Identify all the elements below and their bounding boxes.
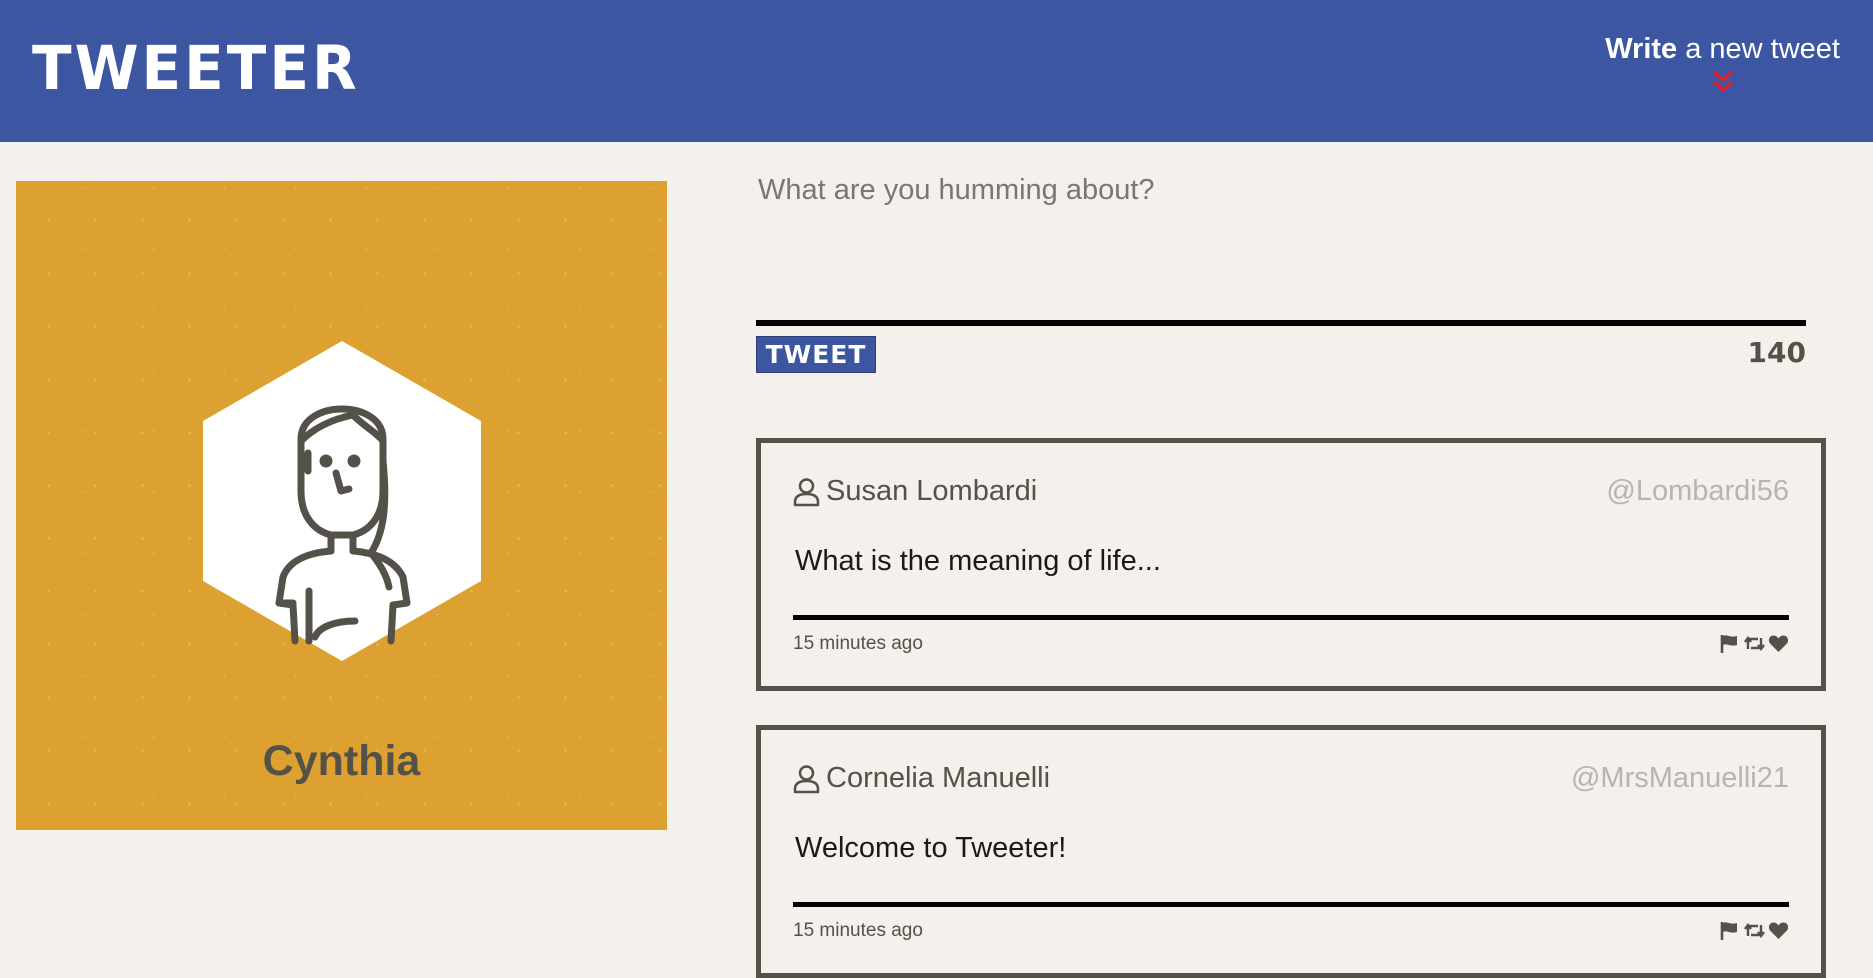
heart-icon[interactable] xyxy=(1768,633,1789,654)
tweet-header: Susan Lombardi @Lombardi56 xyxy=(793,475,1789,515)
tweet-text: What is the meaning of life... xyxy=(795,545,1161,577)
profile-name: Cynthia xyxy=(262,737,421,785)
woman-avatar-icon xyxy=(203,341,481,661)
tweet-divider xyxy=(793,615,1789,620)
flag-icon[interactable] xyxy=(1719,633,1740,654)
tweet-divider xyxy=(793,902,1789,907)
retweet-icon[interactable] xyxy=(1743,633,1765,654)
tweet-submit-button[interactable]: TWEET xyxy=(756,336,876,373)
profile-card: Cynthia xyxy=(16,181,667,830)
flag-icon[interactable] xyxy=(1719,920,1740,941)
composer-divider xyxy=(756,320,1806,326)
retweet-icon[interactable] xyxy=(1743,920,1765,941)
tweet-card: Cornelia Manuelli @MrsManuelli21 Welcome… xyxy=(756,725,1826,978)
tweet-author-handle: @Lombardi56 xyxy=(1606,475,1789,507)
tweet-actions xyxy=(1719,919,1789,941)
tweet-card: Susan Lombardi @Lombardi56 What is the m… xyxy=(756,438,1826,691)
tweet-text: Welcome to Tweeter! xyxy=(795,832,1067,864)
brand-logo[interactable]: TWEETER xyxy=(32,36,360,100)
character-counter: 140 xyxy=(1747,336,1806,369)
tweet-timestamp: 15 minutes ago xyxy=(793,920,923,941)
heart-icon[interactable] xyxy=(1768,920,1789,941)
compose-toggle-label[interactable]: Write a new tweet xyxy=(1605,33,1840,65)
user-icon xyxy=(793,478,820,507)
tweet-compose-input[interactable] xyxy=(758,174,1808,314)
tweet-timestamp: 15 minutes ago xyxy=(793,633,923,654)
user-icon xyxy=(793,765,820,794)
top-nav: TWEETER Write a new tweet xyxy=(0,0,1873,142)
tweet-author-handle: @MrsManuelli21 xyxy=(1570,762,1789,794)
write-new-tweet-toggle[interactable]: Write a new tweet xyxy=(1605,32,1840,96)
tweet-author-name: Susan Lombardi xyxy=(826,475,1038,507)
tweet-header: Cornelia Manuelli @MrsManuelli21 xyxy=(793,762,1789,802)
tweet-actions xyxy=(1719,632,1789,654)
double-chevron-down-icon[interactable] xyxy=(1710,68,1736,96)
tweet-author-name: Cornelia Manuelli xyxy=(826,762,1051,794)
